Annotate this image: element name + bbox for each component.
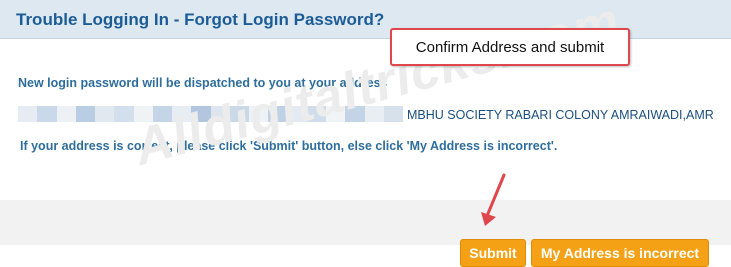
page-title: Trouble Logging In - Forgot Login Passwo…	[16, 10, 385, 29]
pointer-arrow-icon	[481, 173, 506, 226]
address-incorrect-button[interactable]: My Address is incorrect	[531, 239, 709, 267]
instruction-text: If your address is correct, please click…	[20, 139, 558, 153]
dispatch-info-text: New login password will be dispatched to…	[18, 76, 388, 90]
submit-button[interactable]: Submit	[460, 239, 526, 267]
confirm-address-callout: Confirm Address and submit	[390, 28, 630, 66]
address-text: MBHU SOCIETY RABARI COLONY AMRAIWADI,AMR	[407, 108, 714, 122]
masked-address-blur	[18, 106, 403, 122]
